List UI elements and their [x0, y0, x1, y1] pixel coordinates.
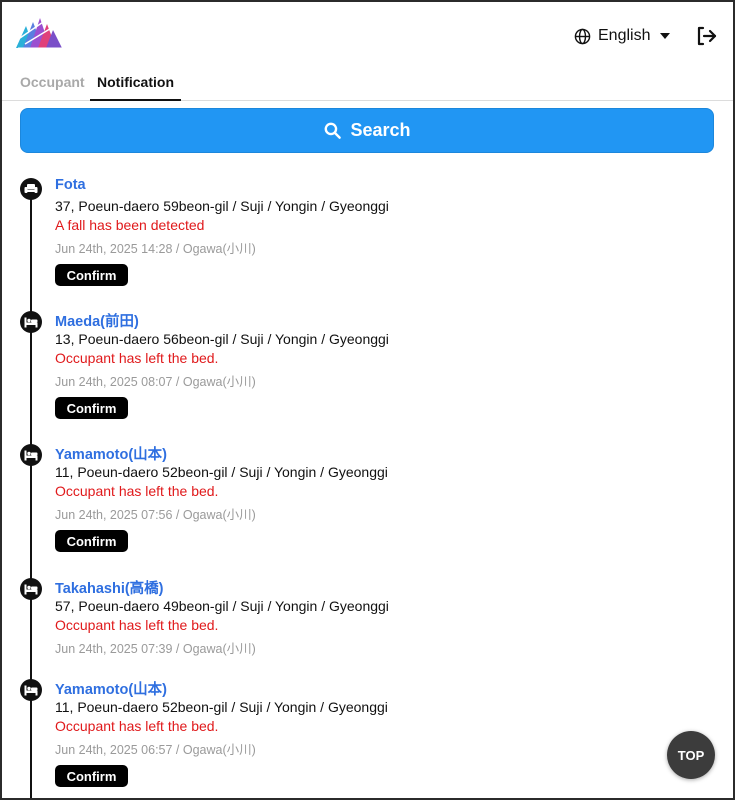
bed-icon: [24, 685, 38, 695]
occupant-name-link[interactable]: Maeda(前田): [55, 310, 139, 331]
tab-notification[interactable]: Notification: [90, 74, 181, 101]
occupant-name-link[interactable]: Fota: [55, 177, 86, 193]
timestamp-text: Jun 24th, 2025 07:39 / Ogawa(小川): [55, 642, 256, 656]
language-label: English: [598, 27, 651, 44]
confirm-button[interactable]: Confirm: [55, 530, 128, 552]
app-frame: English Occupant Notification Search Fot…: [2, 2, 733, 798]
address-text: 37, Poeun-daero 59beon-gil / Suji / Yong…: [55, 198, 389, 214]
search-icon: [325, 122, 342, 139]
alert-text: Occupant has left the bed.: [55, 350, 219, 366]
timestamp-text: Jun 24th, 2025 14:28 / Ogawa(小川): [55, 242, 256, 256]
address-text: 11, Poeun-daero 52beon-gil / Suji / Yong…: [55, 464, 388, 480]
timeline-dot: [20, 578, 42, 600]
globe-icon: [574, 28, 591, 44]
address-text: 11, Poeun-daero 52beon-gil / Suji / Yong…: [55, 699, 388, 715]
confirm-button[interactable]: Confirm: [55, 264, 128, 286]
occupant-name-link[interactable]: Takahashi(高橋): [55, 577, 164, 598]
address-text: 57, Poeun-daero 49beon-gil / Suji / Yong…: [55, 598, 389, 614]
alert-text: Occupant has left the bed.: [55, 617, 219, 633]
occupant-name-link[interactable]: Yamamoto(山本): [55, 443, 167, 464]
timestamp-text: Jun 24th, 2025 08:07 / Ogawa(小川): [55, 375, 256, 389]
bed-icon: [24, 450, 38, 460]
tab-occupant[interactable]: Occupant: [20, 74, 85, 90]
address-text: 13, Poeun-daero 56beon-gil / Suji / Yong…: [55, 331, 389, 347]
search-button[interactable]: Search: [20, 108, 714, 153]
confirm-button[interactable]: Confirm: [55, 765, 128, 787]
logout-icon[interactable]: [694, 24, 718, 48]
timeline-line: [30, 192, 32, 798]
timeline-dot: [20, 444, 42, 466]
sofa-icon: [24, 184, 38, 193]
timestamp-text: Jun 24th, 2025 06:57 / Ogawa(小川): [55, 743, 256, 757]
tab-bar: Occupant Notification: [2, 66, 733, 101]
scroll-top-button[interactable]: TOP: [667, 731, 715, 779]
occupant-name-link[interactable]: Yamamoto(山本): [55, 678, 167, 699]
confirm-button[interactable]: Confirm: [55, 397, 128, 419]
alert-text: Occupant has left the bed.: [55, 718, 219, 734]
timeline-dot: [20, 178, 42, 200]
bed-icon: [24, 584, 38, 594]
brand-logo[interactable]: [16, 16, 64, 50]
search-label: Search: [350, 120, 411, 140]
timeline-dot: [20, 679, 42, 701]
caret-down-icon: [660, 33, 671, 39]
timestamp-text: Jun 24th, 2025 07:56 / Ogawa(小川): [55, 508, 256, 522]
header: English: [2, 2, 733, 64]
timeline-dot: [20, 311, 42, 333]
notification-timeline: Fota 37, Poeun-daero 59beon-gil / Suji /…: [2, 162, 733, 798]
language-selector[interactable]: English: [574, 24, 673, 48]
bed-icon: [24, 317, 38, 327]
alert-text: Occupant has left the bed.: [55, 483, 219, 499]
alert-text: A fall has been detected: [55, 217, 205, 233]
